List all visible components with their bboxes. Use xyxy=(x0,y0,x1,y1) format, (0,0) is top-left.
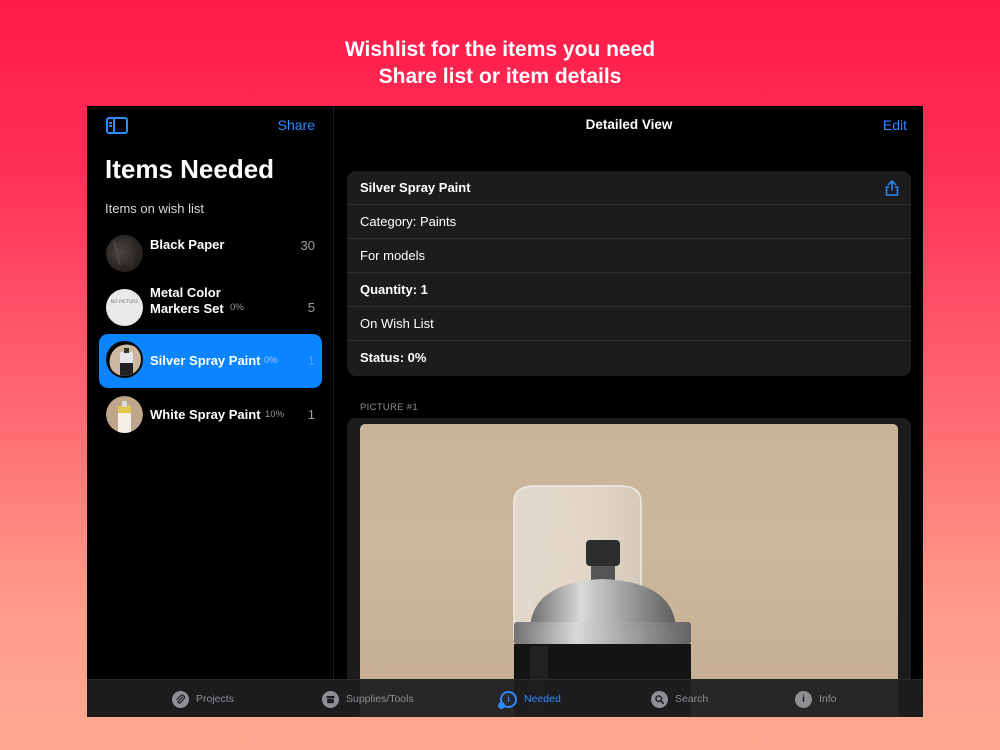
item-title: Silver Spray Paint xyxy=(360,180,471,195)
list-item-white-spray-paint[interactable]: White Spray Paint 10% 1 xyxy=(99,388,322,442)
edit-button[interactable]: Edit xyxy=(883,117,907,133)
detail-pane: Detailed View Edit Silver Spray Paint Ca… xyxy=(335,106,923,717)
detail-row-name: Silver Spray Paint xyxy=(347,171,911,205)
tab-label: Projects xyxy=(196,693,234,705)
tab-label: Needed xyxy=(524,693,561,705)
list-item-metal-color-markers-set[interactable]: NO PICTURE Metal Color Markers Set 0% 5 xyxy=(99,280,322,334)
item-thumbnail xyxy=(106,341,143,378)
sidebar-toggle-icon[interactable] xyxy=(106,117,128,134)
no-picture-label: NO PICTURE xyxy=(110,300,139,305)
item-count: 30 xyxy=(300,238,315,253)
page-title: Items Needed xyxy=(105,154,275,184)
tab-needed[interactable]: i Needed xyxy=(498,680,561,717)
list-item-black-paper[interactable]: Black Paper 30 xyxy=(99,226,322,280)
picture-card xyxy=(347,418,911,717)
item-percent: 0% xyxy=(230,302,244,313)
needed-list-icon: i xyxy=(498,690,517,709)
item-name-line-1: Metal Color xyxy=(150,285,221,300)
wish-list: Black Paper 30 NO PICTURE Metal Color Ma… xyxy=(99,226,322,442)
magnifier-icon xyxy=(651,690,668,708)
section-header: Items on wish list xyxy=(105,201,204,216)
item-details-card: Silver Spray Paint Category: Paints For … xyxy=(347,171,911,376)
item-name: Silver Spray Paint xyxy=(150,353,261,368)
item-photo[interactable] xyxy=(360,424,898,717)
list-item-silver-spray-paint[interactable]: Silver Spray Paint 0% 1 xyxy=(99,334,322,388)
picture-section-header: PICTURE #1 xyxy=(360,402,418,413)
item-name-line-2: Markers Set xyxy=(150,301,224,316)
item-percent: 10% xyxy=(265,409,285,420)
tab-label: Info xyxy=(819,693,837,705)
info-icon: i xyxy=(795,690,812,708)
tab-search[interactable]: Search xyxy=(651,680,708,717)
item-name: White Spray Paint xyxy=(150,407,261,422)
nav-title: Detailed View xyxy=(585,117,673,132)
tab-supplies-tools[interactable]: Supplies/Tools xyxy=(322,680,414,717)
tab-bar: Projects Supplies/Tools i Needed Search … xyxy=(87,679,923,717)
item-count: 1 xyxy=(307,407,315,422)
sidebar: Share Items Needed Items on wish list Bl… xyxy=(87,106,334,717)
item-thumbnail xyxy=(106,396,143,433)
tab-label: Supplies/Tools xyxy=(346,693,414,705)
share-list-button[interactable]: Share xyxy=(278,117,315,133)
detail-row-category: Category: Paints xyxy=(347,205,911,239)
app-window: Share Items Needed Items on wish list Bl… xyxy=(87,106,923,717)
share-icon[interactable] xyxy=(885,180,899,196)
detail-row-note: For models xyxy=(347,239,911,273)
item-count: 1 xyxy=(307,353,315,368)
item-percent: 0% xyxy=(264,355,278,366)
promo-line-2: Share list or item details xyxy=(378,65,622,88)
archive-box-icon xyxy=(322,690,339,708)
item-name: Metal Color Markers Set xyxy=(150,285,224,317)
tab-projects[interactable]: Projects xyxy=(172,680,234,717)
detail-row-wishlist-status: On Wish List xyxy=(347,307,911,341)
paperclip-icon xyxy=(172,690,189,708)
promo-line-1: Wishlist for the items you need xyxy=(344,38,656,61)
item-name: Black Paper xyxy=(150,237,225,252)
item-thumbnail xyxy=(106,234,143,272)
tab-label: Search xyxy=(675,693,709,705)
tab-info[interactable]: i Info xyxy=(795,680,837,717)
detail-row-quantity: Quantity: 1 xyxy=(347,273,911,307)
detail-row-status: Status: 0% xyxy=(360,350,427,365)
promo-caption: Wishlist for the items you need Share li… xyxy=(0,36,1000,90)
item-thumbnail: NO PICTURE xyxy=(106,289,143,326)
item-count: 5 xyxy=(307,300,315,315)
